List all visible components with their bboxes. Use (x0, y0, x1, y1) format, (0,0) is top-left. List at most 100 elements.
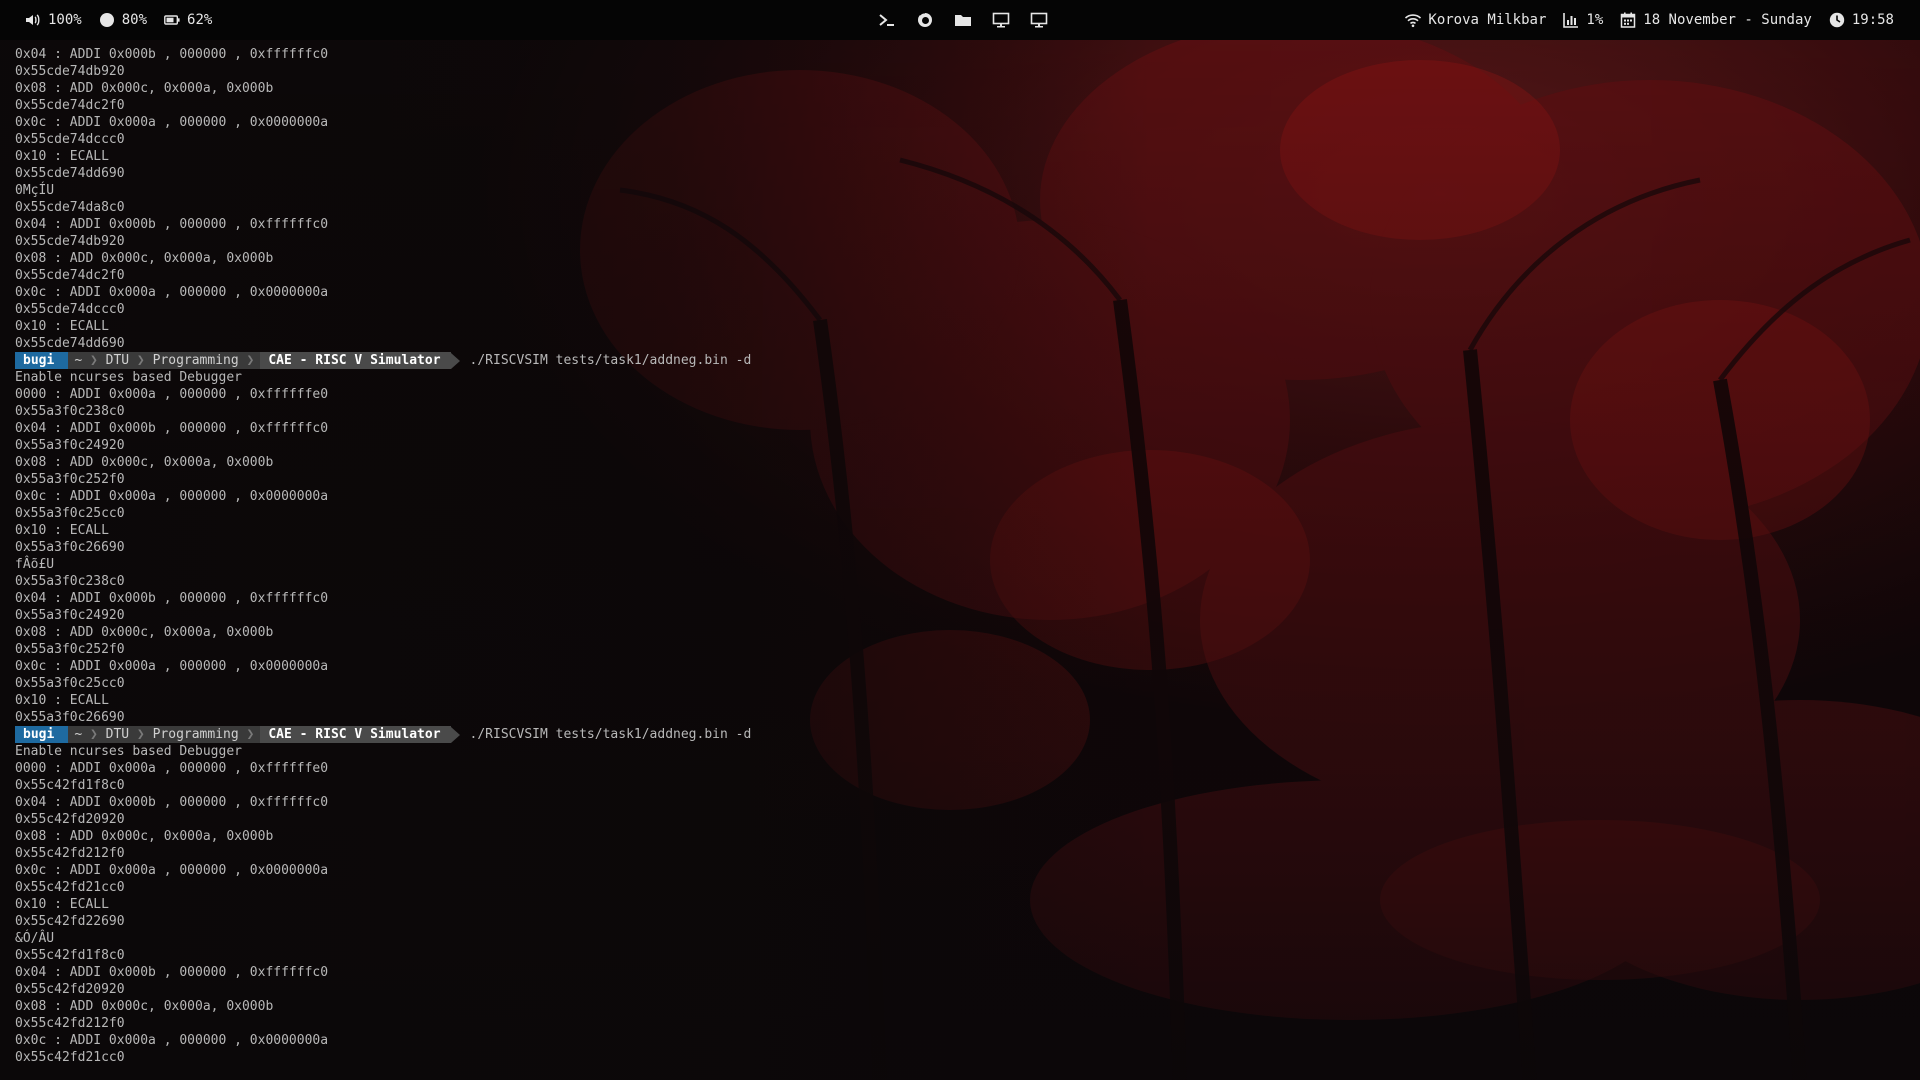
terminal-line: 0x55a3f0c25cc0 (15, 506, 125, 521)
shell-command: ./RISCVSIM tests/task1/addneg.bin -d (469, 727, 752, 742)
wifi-indicator[interactable]: Korova Milkbar (1404, 11, 1546, 29)
terminal-line: 0x10 : ECALL (15, 319, 109, 334)
terminal-line: Enable ncurses based Debugger (15, 744, 242, 759)
brightness-value: 80% (121, 12, 148, 28)
terminal-line: 0x55a3f0c24920 (15, 438, 125, 453)
terminal-line: 0x10 : ECALL (15, 149, 109, 164)
time-value: 19:58 (1851, 12, 1894, 28)
prompt-arrow-icon (450, 352, 460, 369)
prompt-user: bugi (15, 352, 69, 369)
brightness-icon (98, 11, 116, 29)
terminal-line: 0x55a3f0c238c0 (15, 404, 125, 419)
terminal-line: 0x0c : ADDI 0x000a , 000000 , 0x0000000a (15, 1033, 329, 1048)
top-panel: 100% 80% 62% Korova Milkbar 1% 18 Novemb… (0, 0, 1920, 40)
terminal-line: 0x55a3f0c25cc0 (15, 676, 125, 691)
terminal-line: 0x55cde74dccc0 (15, 302, 125, 317)
prompt-separator: ❯ (82, 353, 106, 368)
terminal-line: 0x55cde74dd690 (15, 336, 125, 351)
terminal-line: 0x55c42fd212f0 (15, 846, 125, 861)
terminal-line: 0x08 : ADD 0x000c, 0x000a, 0x000b (15, 455, 274, 470)
terminal-line: 0x0c : ADDI 0x000a , 000000 , 0x0000000a (15, 115, 329, 130)
terminal-line: 0000 : ADDI 0x000a , 000000 , 0xffffffe0 (15, 761, 329, 776)
terminal-line: 0x55cde74dd690 (15, 166, 125, 181)
terminal-line: 0x04 : ADDI 0x000b , 000000 , 0xffffffc0 (15, 217, 329, 232)
prompt-current-dir: CAE - RISC V Simulator (260, 726, 451, 743)
prompt-separator: ❯ (129, 353, 153, 368)
wifi-icon (1404, 11, 1422, 29)
terminal-line: 0x55c42fd212f0 (15, 1016, 125, 1031)
prompt-dir: Programming (152, 727, 239, 742)
clock-icon (1828, 11, 1846, 29)
terminal-line: 0x04 : ADDI 0x000b , 000000 , 0xffffffc0 (15, 795, 329, 810)
firefox-icon[interactable] (914, 9, 936, 31)
prompt-dir: DTU (105, 353, 130, 368)
cpu-indicator[interactable]: 1% (1562, 11, 1603, 29)
terminal-line: 0x55cde74da8c0 (15, 200, 125, 215)
terminal-line: 0x0c : ADDI 0x000a , 000000 , 0x0000000a (15, 489, 329, 504)
terminal-line: 0x55a3f0c26690 (15, 540, 125, 555)
terminal-line: 0x55c42fd21cc0 (15, 880, 125, 895)
date-indicator[interactable]: 18 November - Sunday (1619, 11, 1812, 29)
prompt-separator: ❯ (82, 727, 106, 742)
terminal-line: 0x55cde74db920 (15, 234, 125, 249)
battery-indicator[interactable]: 62% (163, 11, 212, 29)
terminal-icon[interactable] (876, 9, 898, 31)
terminal-line: 0x55c42fd20920 (15, 982, 125, 997)
prompt-separator: ❯ (129, 727, 153, 742)
terminal-line: 0x04 : ADDI 0x000b , 000000 , 0xffffffc0 (15, 965, 329, 980)
terminal-line: &Ó/ÂU (15, 931, 55, 946)
volume-indicator[interactable]: 100% (24, 11, 82, 29)
terminal-line: 0x55cde74dc2f0 (15, 98, 125, 113)
prompt-user: bugi (15, 726, 69, 743)
terminal-line: 0x55a3f0c26690 (15, 710, 125, 725)
brightness-indicator[interactable]: 80% (98, 11, 147, 29)
prompt-path: ~ ❯ DTU ❯ Programming ❯ (68, 352, 261, 369)
terminal-line: 0x10 : ECALL (15, 523, 109, 538)
terminal-line: 0x08 : ADD 0x000c, 0x000a, 0x000b (15, 625, 274, 640)
terminal-line: 0x55c42fd20920 (15, 812, 125, 827)
terminal-line: 0x08 : ADD 0x000c, 0x000a, 0x000b (15, 999, 274, 1014)
terminal-line: 0x55a3f0c252f0 (15, 642, 125, 657)
prompt-arrow-icon (450, 726, 460, 743)
terminal-line: 0x55cde74dc2f0 (15, 268, 125, 283)
prompt-dir: Programming (152, 353, 239, 368)
volume-icon (24, 11, 42, 29)
folder-icon[interactable] (952, 9, 974, 31)
terminal-output[interactable]: 0x04 : ADDI 0x000b , 000000 , 0xffffffc0… (15, 46, 1895, 1066)
shell-command: ./RISCVSIM tests/task1/addneg.bin -d (469, 353, 752, 368)
terminal-line: 0x0c : ADDI 0x000a , 000000 , 0x0000000a (15, 863, 329, 878)
terminal-line: 0x0c : ADDI 0x000a , 000000 , 0x0000000a (15, 285, 329, 300)
volume-value: 100% (48, 12, 82, 28)
prompt-dir: DTU (105, 727, 130, 742)
calendar-icon (1619, 11, 1637, 29)
terminal-line: 0x55a3f0c238c0 (15, 574, 125, 589)
prompt-separator: ❯ (238, 353, 255, 368)
terminal-line: 0x55c42fd22690 (15, 914, 125, 929)
terminal-line: 0x55c42fd21cc0 (15, 1050, 125, 1065)
terminal-line: 0x55a3f0c24920 (15, 608, 125, 623)
terminal-line: 0x10 : ECALL (15, 693, 109, 708)
top-panel-right: Korova Milkbar 1% 18 November - Sunday 1… (1388, 0, 1894, 40)
terminal-line: 0x55a3f0c252f0 (15, 472, 125, 487)
display-icon[interactable] (1028, 9, 1050, 31)
battery-value: 62% (187, 12, 213, 28)
battery-icon (163, 11, 181, 29)
terminal-line: 0MçÍU (15, 183, 55, 198)
shell-prompt: bugi ~ ❯ DTU ❯ Programming ❯ CAE - RISC V … (15, 352, 1895, 369)
terminal-line: 0x55c42fd1f8c0 (15, 948, 125, 963)
terminal-line: 0x08 : ADD 0x000c, 0x000a, 0x000b (15, 251, 274, 266)
prompt-separator: ❯ (238, 727, 255, 742)
shell-prompt: bugi ~ ❯ DTU ❯ Programming ❯ CAE - RISC V … (15, 726, 1895, 743)
display-icon[interactable] (990, 9, 1012, 31)
top-panel-left: 100% 80% 62% (24, 0, 228, 40)
terminal-line: 0x08 : ADD 0x000c, 0x000a, 0x000b (15, 829, 274, 844)
terminal-line: 0x08 : ADD 0x000c, 0x000a, 0x000b (15, 81, 274, 96)
terminal-line: 0x04 : ADDI 0x000b , 000000 , 0xffffffc0 (15, 47, 329, 62)
prompt-current-dir: CAE - RISC V Simulator (260, 352, 451, 369)
prompt-home: ~ (74, 727, 83, 742)
terminal-line: 0x0c : ADDI 0x000a , 000000 , 0x0000000a (15, 659, 329, 674)
clock-indicator[interactable]: 19:58 (1828, 11, 1894, 29)
app-launcher (876, 0, 1066, 40)
terminal-line: 0x55cde74dccc0 (15, 132, 125, 147)
terminal-line: Enable ncurses based Debugger (15, 370, 242, 385)
